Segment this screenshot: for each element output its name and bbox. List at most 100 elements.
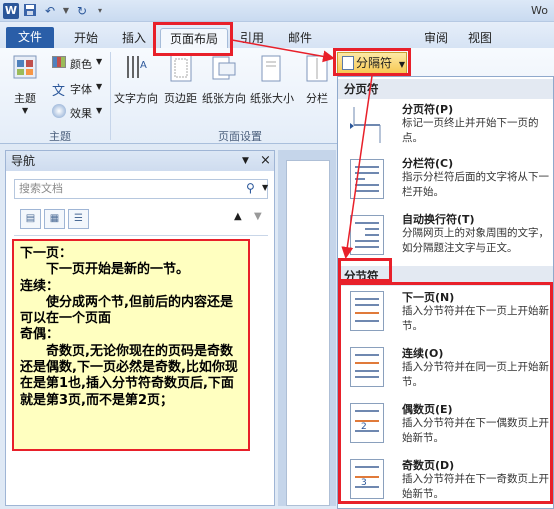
colors-button[interactable]: 颜色 — [70, 56, 92, 72]
fonts-button[interactable]: 字体 — [70, 81, 92, 97]
menu-item-even-page[interactable]: 2 偶数页(E) 插入分节符并在下一偶数页上开始新节。 — [338, 401, 553, 455]
columns-button[interactable]: 分栏 — [306, 90, 328, 106]
odd-page-icon: 3 — [350, 459, 384, 499]
breaks-icon — [342, 56, 354, 70]
document-area — [278, 150, 336, 506]
save-icon[interactable] — [22, 3, 38, 19]
colors-dropdown-icon[interactable]: ▼ — [96, 57, 102, 66]
window-title: Wo — [531, 4, 548, 17]
fonts-dropdown-icon[interactable]: ▼ — [96, 82, 102, 91]
menu-item-odd-page[interactable]: 3 奇数页(D) 插入分节符并在下一奇数页上开始新节。 — [338, 457, 553, 509]
menu-item-next-page[interactable]: 下一页(N) 插入分节符并在下一页上开始新节。 — [338, 289, 553, 343]
document-page[interactable] — [286, 160, 330, 506]
menu-item-title: 连续(O) — [402, 347, 444, 360]
word-app-icon[interactable]: W — [3, 3, 19, 19]
text-wrapping-break-icon — [350, 215, 384, 255]
search-icon[interactable]: ⚲ — [246, 181, 255, 195]
even-page-icon: 2 — [350, 403, 384, 443]
breaks-label: 分隔符 — [356, 56, 393, 70]
breaks-button[interactable]: 分隔符 ▼ — [337, 52, 407, 74]
margins-button[interactable]: 页边距 — [164, 90, 197, 106]
note-line: 连续： — [20, 278, 60, 294]
menu-item-title: 奇数页(D) — [402, 459, 455, 472]
note-line: 奇数页,无论你现在的页码是奇数还是偶数,下一页必然是奇数,比如你现在是第1也,插… — [20, 343, 238, 408]
menu-item-title: 自动换行符(T) — [402, 213, 475, 226]
text-direction-button[interactable]: 文字方向 — [114, 90, 158, 106]
group-separator — [110, 52, 111, 140]
menu-item-title: 分栏符(C) — [402, 157, 454, 170]
menu-item-desc: 插入分节符并在下一偶数页上开始新节。 — [402, 417, 549, 444]
size-icon[interactable] — [258, 54, 284, 84]
themes-dropdown-icon[interactable]: ▼ — [22, 106, 28, 115]
search-input[interactable]: 搜索文档 — [14, 179, 268, 199]
svg-text:A: A — [140, 60, 147, 71]
themes-group-label: 主题 — [49, 130, 71, 143]
menu-item-title: 分页符(P) — [402, 103, 454, 116]
text-direction-icon[interactable]: A — [124, 54, 150, 84]
browse-pages-icon[interactable]: ▦ — [44, 209, 65, 229]
browse-headings-icon[interactable]: ▤ — [20, 209, 41, 229]
note-line: 下一页： — [20, 246, 73, 261]
effects-dropdown-icon[interactable]: ▼ — [96, 106, 102, 115]
nav-pane-title: 导航 — [11, 154, 36, 168]
menu-item-desc: 指示分栏符后面的文字将从下一栏开始。 — [402, 171, 549, 198]
menu-item-title: 偶数页(E) — [402, 403, 453, 416]
menu-item-page-break[interactable]: 分页符(P) 标记一页终止并开始下一页的点。 — [338, 101, 553, 153]
browse-results-icon[interactable]: ☰ — [68, 209, 89, 229]
margins-icon[interactable] — [168, 54, 194, 84]
breaks-dropdown-menu: 分页符 分页符(P) 标记一页终止并开始下一页的点。 分栏符(C) 指示分栏符后… — [337, 76, 554, 509]
menu-item-desc: 分隔网页上的对象周围的文字，如分隔题注文字与正文。 — [402, 227, 549, 254]
menu-item-desc: 插入分节符并在下一页上开始新节。 — [402, 305, 549, 332]
page-break-icon — [350, 105, 384, 145]
tab-references[interactable]: 引用 — [232, 28, 272, 48]
search-dropdown-icon[interactable]: ▼ — [262, 183, 268, 192]
redo-icon[interactable]: ↻ — [74, 3, 90, 19]
tab-insert[interactable]: 插入 — [112, 28, 156, 48]
nav-divider — [14, 235, 268, 236]
tab-file[interactable]: 文件 — [6, 27, 54, 48]
continuous-icon — [350, 347, 384, 387]
effects-button[interactable]: 效果 — [70, 105, 92, 121]
orientation-icon[interactable] — [210, 54, 236, 84]
section-breaks-header: 分节符 — [338, 266, 553, 286]
themes-label[interactable]: 主题 — [14, 90, 36, 106]
menu-item-column-break[interactable]: 分栏符(C) 指示分栏符后面的文字将从下一栏开始。 — [338, 155, 553, 211]
note-line: 奇偶： — [20, 327, 60, 343]
page-setup-group-label: 页面设置 — [218, 130, 262, 143]
colors-icon — [52, 56, 66, 68]
fonts-icon: 文 — [52, 84, 66, 99]
title-bar: W ↶ ▼ ↻ ▾ Wo — [0, 0, 554, 22]
column-break-icon — [350, 159, 384, 199]
note-line: 使分成两个节,但前后的内容还是可以在一个页面 — [20, 294, 233, 327]
orientation-button[interactable]: 纸张方向 — [202, 90, 246, 106]
nav-menu-icon[interactable]: ▼ — [242, 151, 249, 171]
undo-icon[interactable]: ↶ — [42, 3, 58, 19]
menu-item-text-wrapping-break[interactable]: 自动换行符(T) 分隔网页上的对象周围的文字，如分隔题注文字与正文。 — [338, 211, 553, 265]
explanation-note: 下一页： 下一页开始是新的一节。 连续： 使分成两个节,但前后的内容还是可以在一… — [12, 239, 250, 451]
customize-icon[interactable]: ▾ — [92, 3, 108, 19]
close-icon[interactable]: × — [260, 151, 271, 171]
tab-page-layout[interactable]: 页面布局 — [160, 28, 228, 48]
undo-dropdown-icon[interactable]: ▼ — [58, 3, 74, 19]
tab-mailings[interactable]: 邮件 — [280, 28, 320, 48]
next-page-icon — [350, 291, 384, 331]
nav-pane-header: 导航 ▼ × — [6, 151, 274, 171]
effects-icon — [52, 104, 66, 118]
note-line: 下一页开始是新的一节。 — [20, 262, 190, 278]
themes-icon[interactable] — [12, 54, 38, 84]
columns-icon[interactable] — [304, 54, 330, 84]
menu-item-desc: 插入分节符并在下一奇数页上开始新节。 — [402, 473, 549, 500]
previous-icon[interactable]: ▲ — [234, 211, 242, 222]
page-breaks-header: 分页符 — [338, 79, 553, 99]
menu-item-continuous[interactable]: 连续(O) 插入分节符并在同一页上开始新节。 — [338, 345, 553, 399]
breaks-dropdown-icon: ▼ — [398, 60, 405, 69]
menu-item-desc: 标记一页终止并开始下一页的点。 — [402, 117, 539, 144]
menu-item-desc: 插入分节符并在同一页上开始新节。 — [402, 361, 549, 388]
tab-view[interactable]: 视图 — [460, 28, 500, 48]
menu-item-title: 下一页(N) — [402, 291, 455, 304]
tab-home[interactable]: 开始 — [64, 28, 108, 48]
ribbon-tab-row: 文件 开始 插入 页面布局 引用 邮件 审阅 视图 — [0, 22, 554, 48]
next-icon[interactable]: ▼ — [254, 211, 262, 222]
tab-review[interactable]: 审阅 — [416, 28, 456, 48]
size-button[interactable]: 纸张大小 — [250, 90, 294, 106]
